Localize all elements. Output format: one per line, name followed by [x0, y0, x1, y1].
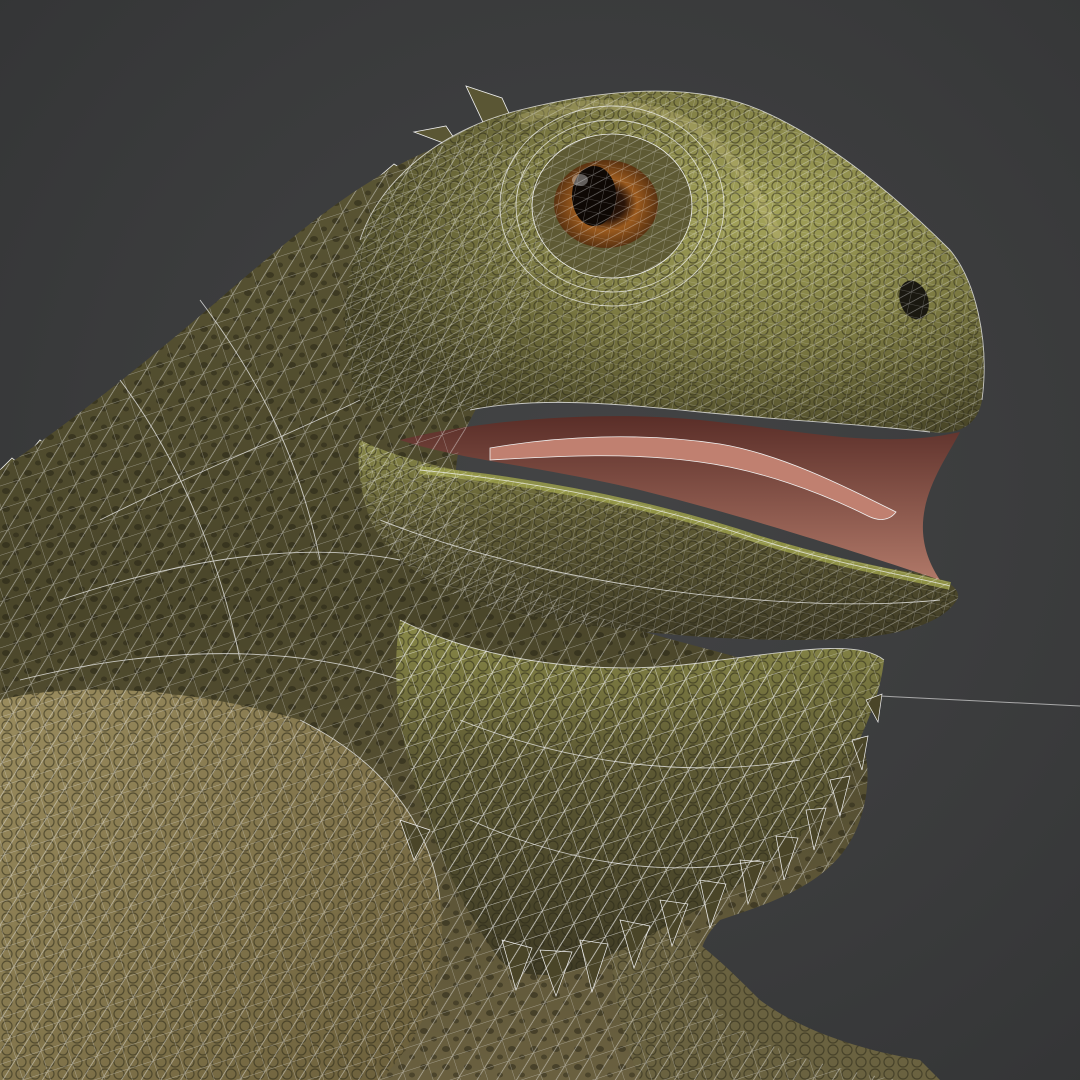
render-viewport: [0, 0, 1080, 1080]
wireframe-overlay: [0, 90, 985, 1080]
lizard-render: [0, 85, 1080, 1080]
horizon-line: [879, 695, 1080, 707]
